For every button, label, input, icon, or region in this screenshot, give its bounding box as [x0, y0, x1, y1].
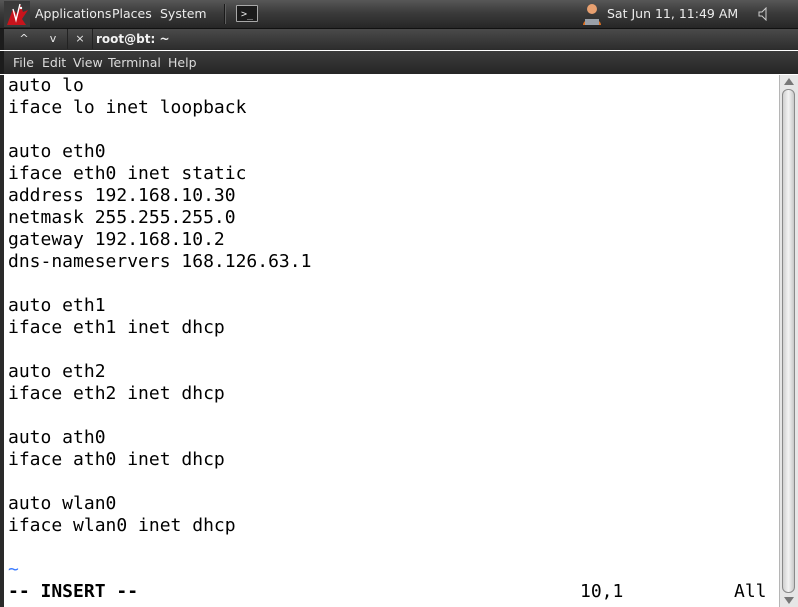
editor-line: iface lo inet loopback	[8, 97, 247, 118]
menu-terminal[interactable]: Terminal	[108, 55, 161, 70]
window-titlebar[interactable]: ^ v × root@bt: ~	[0, 29, 798, 50]
editor-line: iface wlan0 inet dhcp	[8, 515, 236, 536]
places-menu[interactable]: Places	[112, 6, 152, 22]
menu-file[interactable]: File	[13, 55, 34, 70]
editor-line: iface eth1 inet dhcp	[8, 317, 225, 338]
editor-line: iface eth2 inet dhcp	[8, 383, 225, 404]
terminal-menubar: File Edit View Terminal Help	[0, 51, 798, 74]
editor-line: auto eth0	[8, 141, 106, 162]
minimize-button[interactable]: ^	[16, 31, 32, 47]
editor-line: gateway 192.168.10.2	[8, 229, 225, 250]
top-panel: Applications Places System >_ Sat Jun 11…	[0, 0, 798, 29]
vim-mode-indicator: -- INSERT --	[8, 581, 139, 602]
scrollbar-thumb[interactable]	[782, 89, 795, 593]
panel-separator	[224, 4, 225, 24]
menu-edit[interactable]: Edit	[42, 55, 66, 70]
editor-line: netmask 255.255.255.0	[8, 207, 236, 228]
editor-buffer[interactable]: auto lo iface lo inet loopback auto eth0…	[8, 75, 311, 537]
scroll-percent: All	[734, 581, 767, 602]
editor-line: iface ath0 inet dhcp	[8, 449, 225, 470]
editor-line	[8, 273, 311, 295]
editor-line	[8, 471, 311, 493]
menu-view[interactable]: View	[73, 55, 103, 70]
system-menu[interactable]: System	[160, 6, 207, 22]
editor-line: address 192.168.10.30	[8, 185, 236, 206]
volume-icon[interactable]	[758, 7, 770, 21]
user-icon[interactable]	[581, 2, 603, 26]
maximize-button[interactable]: v	[45, 31, 61, 47]
terminal-content[interactable]: auto lo iface lo inet loopback auto eth0…	[0, 75, 779, 607]
editor-line: auto ath0	[8, 427, 106, 448]
editor-line	[8, 405, 311, 427]
editor-line: auto eth1	[8, 295, 106, 316]
backtrack-dragon-icon[interactable]	[4, 1, 30, 27]
terminal-icon[interactable]: >_	[236, 5, 258, 22]
cursor-position: 10,1	[580, 581, 624, 602]
applications-menu[interactable]: Applications	[35, 6, 111, 22]
editor-line: dns-nameservers 168.126.63.1	[8, 251, 312, 272]
editor-line: auto wlan0	[8, 493, 117, 514]
editor-line	[8, 339, 311, 361]
scroll-down-arrow-icon[interactable]	[784, 597, 794, 604]
editor-line: iface eth0 inet static	[8, 163, 247, 184]
scroll-up-arrow-icon[interactable]	[784, 78, 794, 85]
close-button[interactable]: ×	[72, 31, 88, 47]
menu-help[interactable]: Help	[168, 55, 197, 70]
empty-line-marker: ~	[8, 559, 19, 580]
editor-line	[8, 119, 311, 141]
clock[interactable]: Sat Jun 11, 11:49 AM	[607, 6, 738, 22]
vertical-scrollbar[interactable]	[779, 75, 798, 607]
window-title: root@bt: ~	[96, 32, 170, 46]
editor-line: auto lo	[8, 75, 84, 96]
editor-line: auto eth2	[8, 361, 106, 382]
